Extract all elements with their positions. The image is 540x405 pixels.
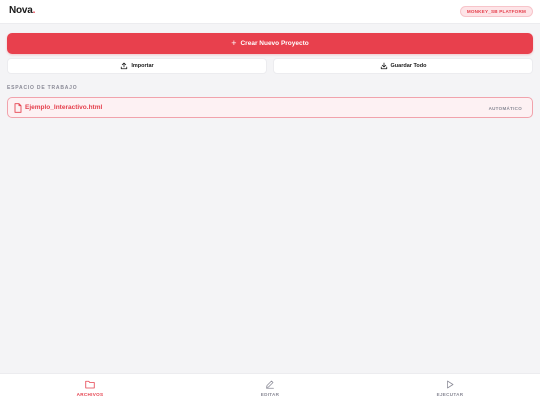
nav-item-run[interactable]: EJECUTAR [360, 374, 540, 405]
nav-label-edit: EDITAR [260, 392, 280, 397]
nav-item-edit[interactable]: EDITAR [180, 374, 360, 405]
nav-label-run: EJECUTAR [436, 392, 464, 397]
pencil-icon [266, 380, 274, 389]
download-icon [380, 62, 387, 70]
nav-item-files[interactable]: ARCHIVOS [0, 374, 180, 405]
bottom-nav: ARCHIVOS EDITAR EJECUTAR [0, 373, 540, 405]
import-label: Importar [131, 63, 154, 69]
import-button[interactable]: Importar [7, 58, 267, 74]
save-all-button[interactable]: Guardar Todo [273, 58, 533, 74]
create-project-label: Crear Nuevo Proyecto [240, 40, 309, 47]
logo-dot: . [32, 5, 36, 16]
upload-icon [121, 62, 128, 70]
app-logo[interactable]: Nova. [9, 5, 35, 16]
plus-icon: + [231, 38, 237, 48]
save-all-label: Guardar Todo [390, 63, 427, 69]
platform-badge: MONKEY_SB PLATFORM [459, 6, 533, 17]
create-project-button[interactable]: + Crear Nuevo Proyecto [7, 33, 533, 54]
workspace-section-label: ESPACIO DE TRABAJO [7, 85, 78, 91]
folder-icon [85, 380, 95, 389]
app-header: Nova. MONKEY_SB PLATFORM [0, 0, 540, 24]
nav-label-files: ARCHIVOS [76, 392, 104, 397]
logo-text: Nova [9, 5, 33, 16]
file-tag: AUTOMÁTICO [488, 105, 522, 111]
file-name: Ejemplo_Interactivo.html [25, 104, 103, 111]
file-item[interactable]: Ejemplo_Interactivo.html AUTOMÁTICO [7, 97, 533, 118]
play-icon [447, 380, 454, 389]
file-icon [14, 103, 22, 113]
